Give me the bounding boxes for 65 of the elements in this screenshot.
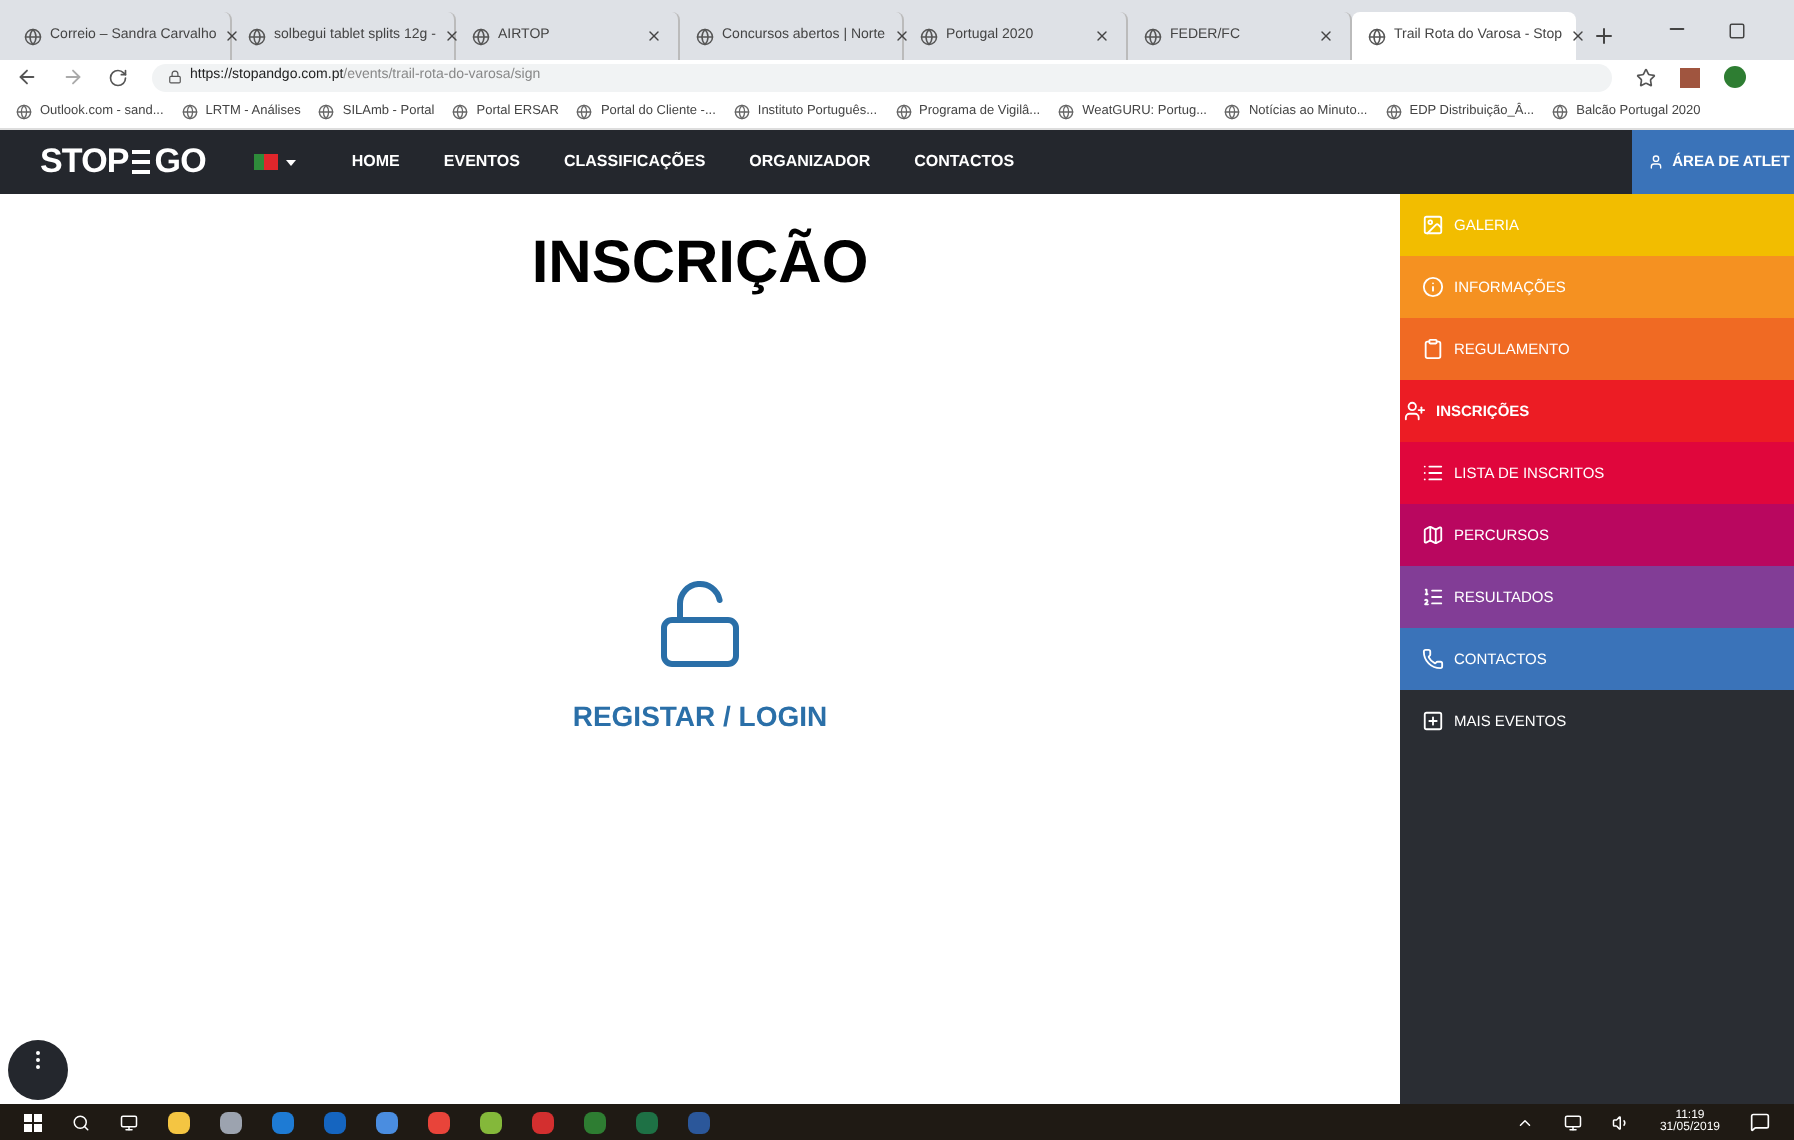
site-icon [920,27,938,45]
task-view-icon[interactable] [120,1113,138,1131]
lock-icon [168,70,182,84]
search-icon[interactable] [72,1113,90,1131]
nav-link[interactable]: CONTACTOS [914,150,1015,174]
notifications-icon[interactable] [1750,1112,1770,1132]
close-icon[interactable] [893,28,910,44]
user-plus-icon [1404,400,1426,422]
profile-avatar[interactable] [1724,66,1746,88]
app-icon[interactable] [428,1111,450,1133]
site-icon [696,27,714,45]
star-icon[interactable] [1636,67,1656,87]
site-icon [248,27,266,45]
new-tab-icon[interactable] [1592,24,1616,48]
close-icon[interactable] [1318,28,1334,44]
extension-icon[interactable] [1680,67,1700,87]
site-icon [1224,103,1241,119]
list-icon [1422,462,1444,484]
site-icon [181,103,198,119]
app-icon[interactable] [220,1111,242,1133]
caret-icon[interactable] [285,159,296,165]
close-icon[interactable] [443,28,460,44]
nav-link[interactable]: ORGANIZADOR [749,150,871,174]
info-icon [1422,276,1444,298]
site-icon [895,103,912,119]
flag-icon[interactable] [253,154,278,170]
start-icon[interactable] [24,1113,42,1131]
image-icon [1422,214,1444,236]
site-icon [1058,103,1075,119]
site-icon [1385,103,1402,119]
more-button[interactable] [8,1040,68,1100]
site-logo[interactable]: STOP GO [40,136,206,188]
site-icon [472,27,490,45]
site-icon [16,103,32,119]
back-icon[interactable] [16,66,38,88]
clipboard-icon [1422,338,1444,360]
app-icon[interactable] [480,1111,502,1133]
numbered-list-icon [1422,586,1444,608]
app-icon[interactable] [376,1111,398,1133]
reload-icon[interactable] [108,67,128,87]
nav-link[interactable]: CLASSIFICAÇÕES [563,150,706,174]
site-icon [452,103,469,119]
logo-mark-icon [132,148,151,176]
nav-link[interactable]: EVENTOS [443,150,520,174]
plus-square-icon [1422,710,1444,732]
close-icon[interactable] [1570,28,1587,44]
site-icon [1368,27,1386,45]
close-icon[interactable] [646,28,662,44]
map-icon [1422,524,1444,546]
user-icon [1648,154,1665,170]
site-icon [24,27,42,45]
site-icon [1144,27,1162,45]
site-icon [733,103,750,119]
volume-icon[interactable] [1611,1113,1630,1131]
register-login-link[interactable]: REGISTAR / LOGIN [572,696,828,738]
close-icon[interactable] [224,28,241,44]
close-icon[interactable] [1094,28,1110,44]
site-icon [576,103,593,119]
page-title: INSCRIÇÃO [531,226,869,300]
site-icon [318,103,335,119]
app-icon[interactable] [168,1111,190,1133]
restore-icon[interactable] [1728,22,1746,40]
site-icon [1552,103,1569,119]
nav-link[interactable]: HOME [351,150,400,174]
phone-icon [1422,648,1444,670]
